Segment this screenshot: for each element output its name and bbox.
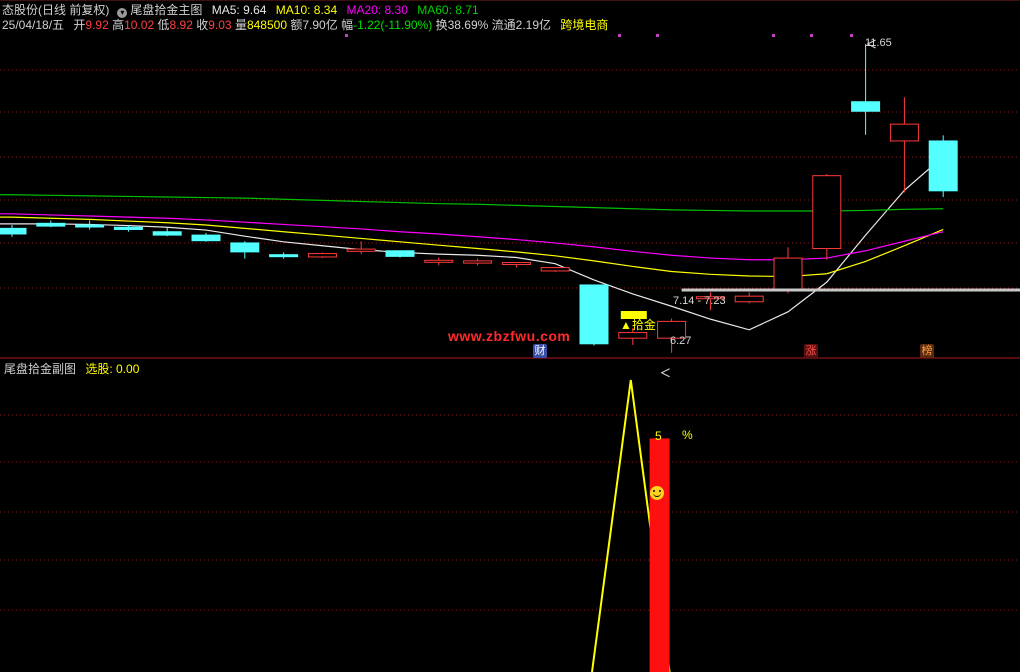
low-marker-arrow — [660, 368, 670, 378]
candle-down — [75, 224, 105, 228]
candle-up — [734, 295, 764, 303]
event-cai-badge[interactable]: 财 — [533, 344, 547, 358]
chart-window: { "header": { "name_partial": "态股份", "pe… — [0, 0, 1020, 672]
candle-down — [36, 222, 66, 227]
candle-up — [424, 259, 454, 263]
candle-up — [889, 123, 919, 142]
smiley-icon — [650, 486, 664, 500]
ma-line-ma5 — [0, 156, 944, 331]
event-tick — [810, 34, 813, 37]
event-tick — [345, 34, 348, 37]
candle-up — [618, 332, 648, 339]
candle-up — [812, 175, 842, 250]
candle-up — [463, 260, 493, 264]
event-zhang-badge[interactable]: 涨 — [804, 344, 818, 358]
event-bang-badge[interactable]: 榜 — [920, 344, 934, 358]
watermark: www.zbzfwu.com — [448, 328, 571, 344]
candle-up — [346, 248, 376, 252]
candle-down — [152, 231, 182, 236]
ma-line-ma20 — [0, 213, 944, 261]
candle-up — [773, 257, 803, 292]
candle-up — [501, 262, 531, 266]
percent-sign: % — [682, 428, 693, 442]
event-tick — [850, 34, 853, 37]
event-tick — [772, 34, 775, 37]
candle-down — [230, 242, 260, 253]
high-marker-label: 11.65 — [865, 37, 892, 49]
candle-down — [385, 250, 415, 257]
candle-down — [191, 234, 221, 242]
sub-header: 尾盘拾金副图 选股: 0.00 — [4, 362, 139, 376]
candle-down — [113, 226, 143, 230]
candle-down — [0, 227, 27, 235]
select-label: 选股: — [85, 362, 113, 376]
candles — [0, 44, 958, 353]
percent-number: 5 — [655, 429, 662, 443]
select-value: 0.00 — [116, 362, 140, 376]
signal-label: ▲拾金 — [620, 318, 656, 332]
sub-signal-bar — [649, 438, 670, 672]
candle-down — [269, 254, 299, 258]
event-tick — [618, 34, 621, 37]
event-tick — [656, 34, 659, 37]
candle-down — [928, 140, 958, 192]
sub-indicator-name[interactable]: 尾盘拾金副图 — [4, 362, 76, 376]
range-label: 7.14 - 7.23 — [673, 295, 726, 307]
candle-down — [579, 284, 609, 345]
sub-chart — [591, 379, 671, 672]
candle-up — [540, 267, 570, 272]
candle-up — [307, 253, 337, 258]
candle-down — [851, 101, 881, 112]
grid — [0, 0, 1020, 611]
moving-averages — [0, 156, 944, 331]
low-marker-label: 6.27 — [670, 335, 692, 347]
ma-line-ma60 — [0, 194, 944, 212]
